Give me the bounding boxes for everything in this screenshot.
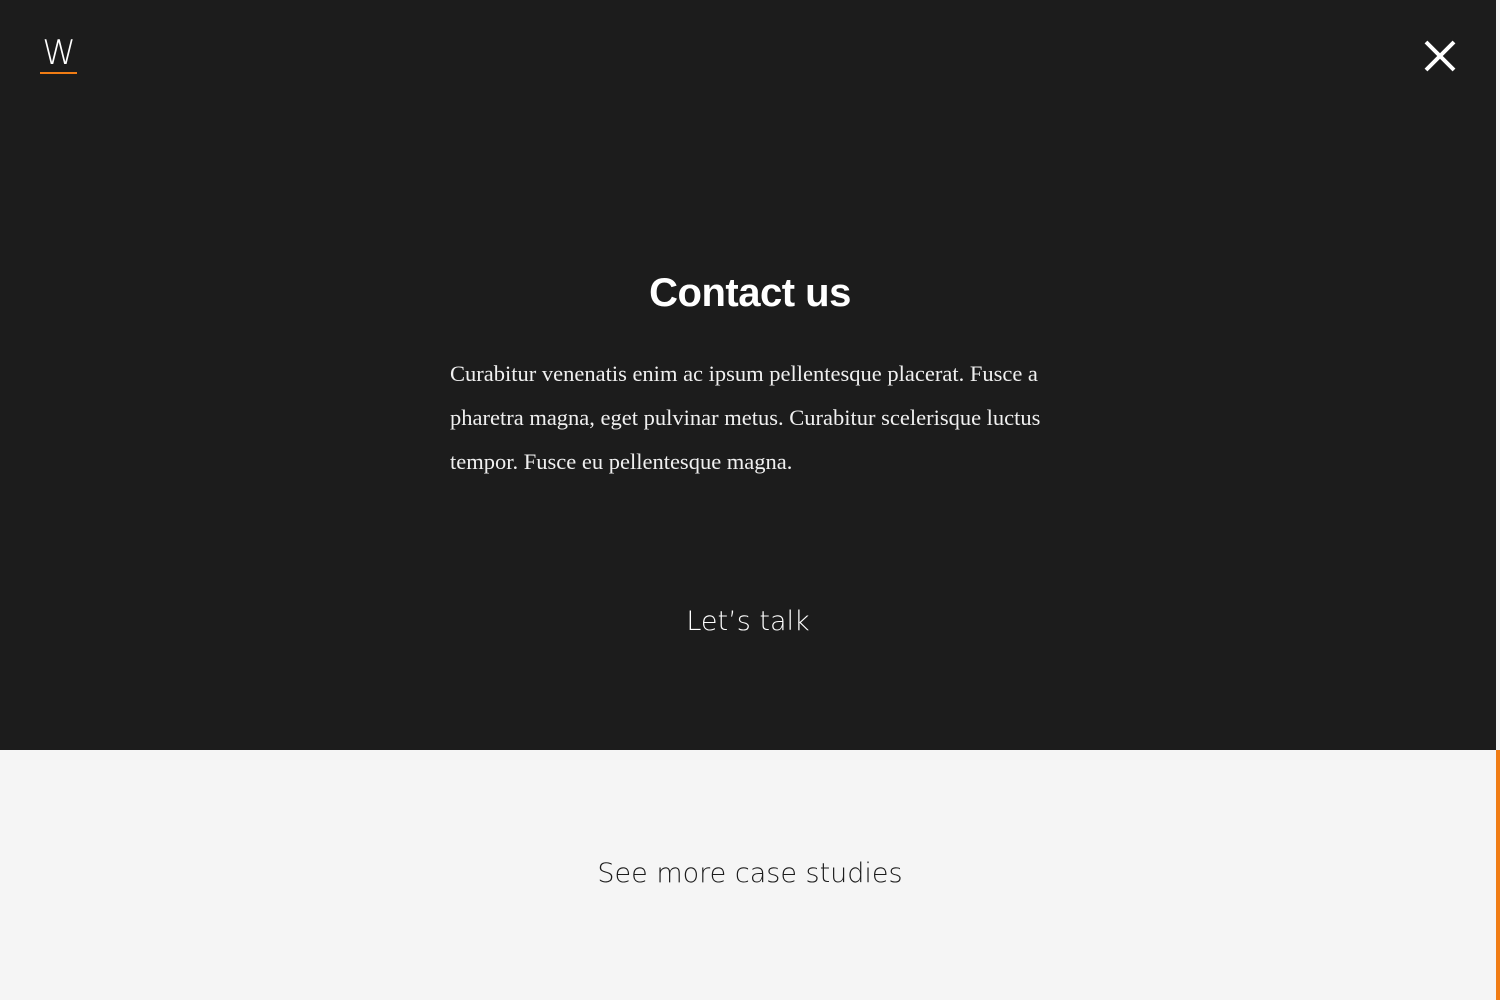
logo-underline (40, 72, 77, 74)
logo-icon: W (42, 33, 76, 73)
close-button[interactable] (1420, 36, 1460, 76)
page: W Contact us Curabitur venenatis enim ac… (0, 0, 1500, 1000)
contact-description: Curabitur venenatis enim ac ipsum pellen… (450, 361, 1041, 474)
scrollbar-track (1496, 0, 1500, 750)
page-title: Contact us (649, 271, 851, 315)
see-more-case-studies-link[interactable]: See more case studies (0, 852, 1500, 896)
logo-link[interactable]: W (40, 36, 77, 74)
close-icon (1424, 40, 1456, 72)
contact-content: Contact us Curabitur venenatis enim ac i… (450, 268, 1050, 484)
lets-talk-link[interactable]: Let’s talk (0, 600, 1496, 644)
